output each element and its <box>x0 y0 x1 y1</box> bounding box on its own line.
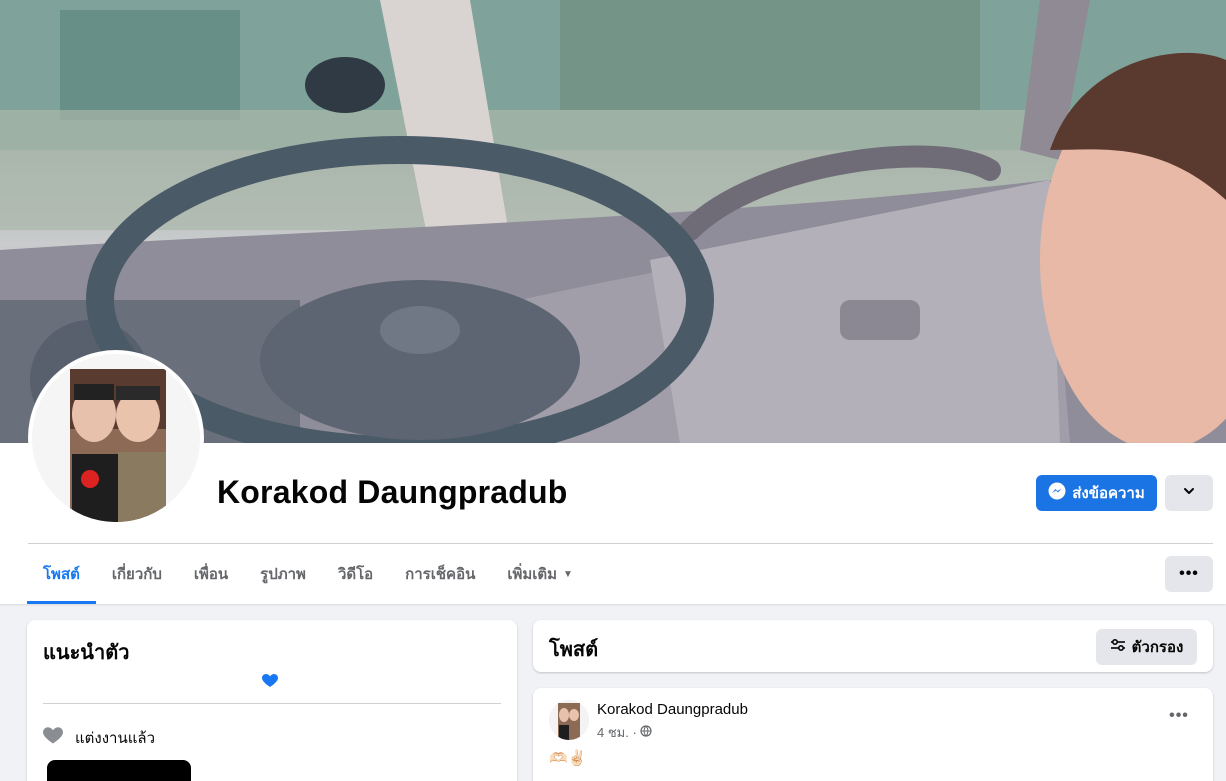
messenger-icon <box>1048 482 1066 504</box>
featured-image[interactable] <box>47 760 191 781</box>
filter-button[interactable]: ตัวกรอง <box>1096 629 1197 665</box>
post-timestamp[interactable]: 4 ชม. · <box>597 722 637 743</box>
filter-label: ตัวกรอง <box>1131 639 1184 656</box>
heart-icon <box>262 674 278 693</box>
profile-tabs: โพสต์ เกี่ยวกับ เพื่อน รูปภาพ วิดีโอ การ… <box>27 544 589 604</box>
tab-videos[interactable]: วิดีโอ <box>322 544 389 604</box>
relationship-status: แต่งงานแล้ว <box>43 726 155 750</box>
relationship-label: แต่งงานแล้ว <box>75 730 156 747</box>
profile-picture[interactable] <box>28 350 204 526</box>
intro-title: แนะนำตัว <box>43 642 130 664</box>
tab-photos[interactable]: รูปภาพ <box>244 544 322 604</box>
relationship-heart-icon <box>43 727 63 749</box>
posts-title: โพสต์ <box>549 639 599 661</box>
ellipsis-icon: ••• <box>1179 565 1199 582</box>
profile-name: Korakod Daungpradub <box>217 474 568 510</box>
send-message-label: ส่งข้อความ <box>1072 485 1145 502</box>
intro-divider <box>43 703 501 704</box>
ellipsis-icon: ••• <box>1169 707 1189 724</box>
profile-options-button[interactable] <box>1165 475 1213 511</box>
send-message-button[interactable]: ส่งข้อความ <box>1036 475 1157 511</box>
post-author-name[interactable]: Korakod Daungpradub <box>597 701 748 718</box>
globe-icon <box>640 725 652 740</box>
post-author-avatar[interactable] <box>549 700 589 740</box>
post-meta: 4 ชม. · <box>597 722 652 743</box>
tab-posts[interactable]: โพสต์ <box>27 544 96 604</box>
tab-friends[interactable]: เพื่อน <box>178 544 244 604</box>
filter-icon <box>1110 638 1126 656</box>
tab-checkins[interactable]: การเช็คอิน <box>389 544 491 604</box>
intro-card: แนะนำตัว แต่งงานแล้ว <box>27 620 517 781</box>
tab-more[interactable]: เพิ่มเติม ▼ <box>491 544 589 604</box>
post-card: Korakod Daungpradub 4 ชม. · ••• 🫶🏻✌🏻 <box>533 688 1213 781</box>
posts-header-card: โพสต์ ตัวกรอง <box>533 620 1213 672</box>
caret-down-icon: ▼ <box>563 568 573 580</box>
tab-about[interactable]: เกี่ยวกับ <box>96 544 178 604</box>
post-options-button[interactable]: ••• <box>1161 704 1197 728</box>
profile-picture-image <box>32 354 200 522</box>
chevron-down-icon <box>1182 484 1196 503</box>
more-options-button[interactable]: ••• <box>1165 556 1213 592</box>
post-text: 🫶🏻✌🏻 <box>549 750 587 767</box>
